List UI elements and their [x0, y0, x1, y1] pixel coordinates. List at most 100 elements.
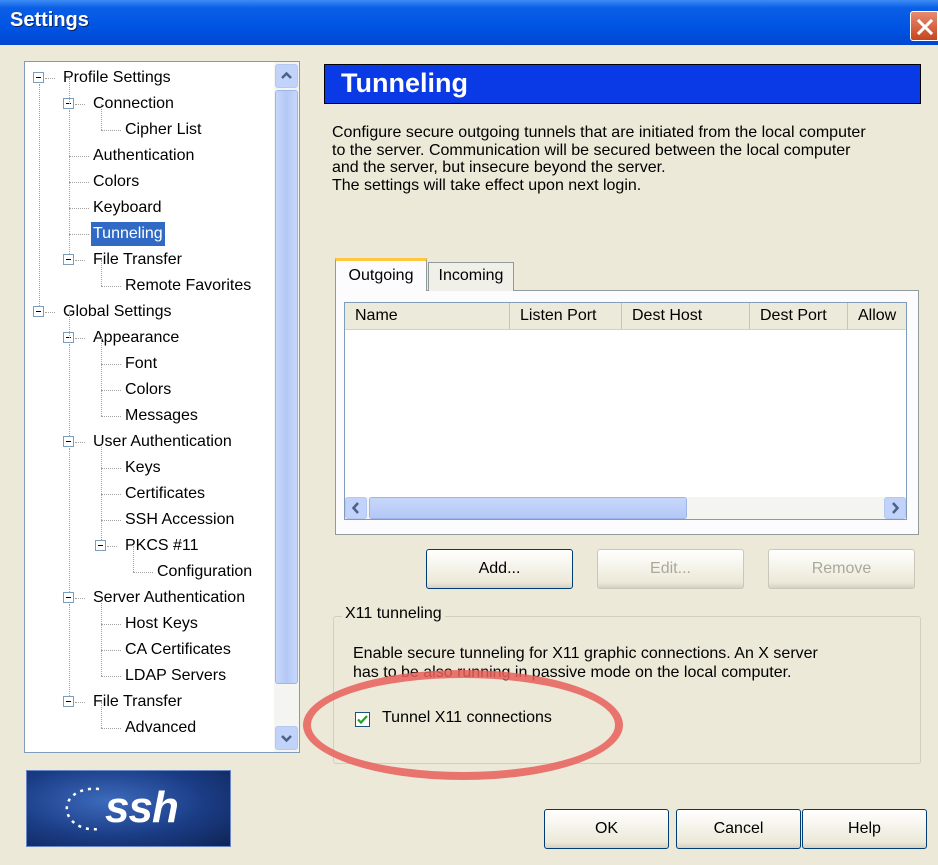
tree-connector: [101, 416, 121, 417]
collapse-icon[interactable]: [63, 592, 74, 603]
tree-item[interactable]: CA Certificates: [123, 638, 233, 662]
tree-connector: [101, 390, 121, 391]
tab-incoming[interactable]: Incoming: [428, 262, 514, 291]
tree-connector: [75, 338, 85, 339]
scroll-down-button[interactable]: [275, 726, 298, 750]
tree-scrollbar[interactable]: [274, 62, 299, 752]
column-listen-port[interactable]: Listen Port: [510, 303, 622, 329]
close-button[interactable]: [910, 11, 938, 41]
column-dest-host[interactable]: Dest Host: [622, 303, 750, 329]
tree-item[interactable]: Remote Favorites: [123, 274, 253, 298]
collapse-icon[interactable]: [33, 72, 44, 83]
tree-item[interactable]: Appearance: [91, 326, 181, 350]
tree-connector: [39, 84, 40, 312]
collapse-icon[interactable]: [63, 254, 74, 265]
tree-item[interactable]: PKCS #11: [123, 534, 201, 558]
scroll-up-button[interactable]: [275, 64, 298, 88]
tree-connector: [101, 364, 121, 365]
window-title: Settings: [10, 9, 89, 31]
ok-button[interactable]: OK: [544, 809, 669, 849]
tree-item[interactable]: Colors: [91, 170, 141, 194]
hscroll-thumb[interactable]: [369, 497, 687, 519]
tree-item[interactable]: Server Authentication: [91, 586, 247, 610]
page-title: Tunneling: [341, 68, 468, 98]
tree-connector: [101, 624, 102, 650]
description-line: The settings will take effect upon next …: [332, 176, 642, 194]
tree-connector: [75, 442, 85, 443]
tree-connector: [69, 208, 70, 234]
tree-item[interactable]: Host Keys: [123, 612, 200, 636]
tree-item[interactable]: File Transfer: [91, 690, 184, 714]
tree-connector: [75, 104, 85, 105]
tree-connector: [101, 494, 102, 520]
tree-item[interactable]: Configuration: [155, 560, 254, 584]
tree-item[interactable]: Cipher List: [123, 118, 203, 142]
x11-group-label: X11 tunneling: [342, 605, 445, 623]
tree-item[interactable]: File Transfer: [91, 248, 184, 272]
scroll-right-button[interactable]: [884, 497, 906, 519]
tree-connector: [69, 156, 89, 157]
tree-item[interactable]: Messages: [123, 404, 200, 428]
tree-item[interactable]: Global Settings: [61, 300, 174, 324]
column-dest-port[interactable]: Dest Port: [750, 303, 848, 329]
cancel-button[interactable]: Cancel: [676, 809, 801, 849]
tree-item[interactable]: Keys: [123, 456, 163, 480]
tree-connector: [101, 624, 121, 625]
tree-item[interactable]: User Authentication: [91, 430, 234, 454]
collapse-icon[interactable]: [63, 696, 74, 707]
chevron-left-icon: [351, 502, 359, 514]
tree-connector: [101, 650, 102, 676]
tree-item[interactable]: Keyboard: [91, 196, 164, 220]
tree-connector: [101, 260, 102, 286]
tree-connector: [101, 468, 102, 494]
ssh-logo: ssh: [26, 770, 231, 847]
edit-button[interactable]: Edit...: [597, 549, 744, 589]
collapse-icon[interactable]: [95, 540, 106, 551]
close-icon: [916, 18, 934, 36]
help-button[interactable]: Help: [802, 809, 927, 849]
tree-item[interactable]: LDAP Servers: [123, 664, 228, 688]
settings-tree[interactable]: Profile Settings Connection Cipher List Aut…: [24, 61, 300, 753]
collapse-icon[interactable]: [33, 306, 44, 317]
scroll-thumb[interactable]: [275, 90, 298, 684]
tree-item[interactable]: Certificates: [123, 482, 207, 506]
tree-item[interactable]: Connection: [91, 92, 176, 116]
tree-connector: [69, 604, 70, 702]
logo-text: ssh: [105, 783, 179, 832]
tree-connector: [101, 676, 121, 677]
title-bar: Settings: [0, 0, 938, 45]
column-name[interactable]: Name: [345, 303, 510, 329]
tree-connector: [69, 156, 70, 182]
scroll-left-button[interactable]: [345, 497, 367, 519]
tree-connector: [101, 494, 121, 495]
collapse-icon[interactable]: [63, 436, 74, 447]
tree-item[interactable]: SSH Accession: [123, 508, 236, 532]
tunnel-list[interactable]: Name Listen Port Dest Host Dest Port All…: [344, 302, 907, 520]
tree-connector: [101, 338, 102, 364]
tree-connector: [101, 520, 121, 521]
x11-description-line: Enable secure tunneling for X11 graphic …: [353, 645, 818, 662]
tree-connector: [69, 78, 70, 104]
tree-connector: [69, 182, 70, 208]
tree-connector: [69, 234, 89, 235]
tree-item[interactable]: Font: [123, 352, 159, 376]
remove-button[interactable]: Remove: [768, 549, 915, 589]
tree-item[interactable]: Advanced: [123, 716, 198, 740]
tree-connector: [69, 182, 89, 183]
tree-connector: [101, 650, 121, 651]
tree-connector: [75, 702, 85, 703]
tree-connector: [101, 598, 102, 624]
tree-item[interactable]: Tunneling: [91, 222, 165, 246]
tree-item[interactable]: Colors: [123, 378, 173, 402]
tree-connector: [69, 344, 70, 442]
tree-item[interactable]: Authentication: [91, 144, 196, 168]
tree-connector: [75, 598, 85, 599]
tree-item[interactable]: Profile Settings: [61, 66, 173, 90]
description: Configure secure outgoing tunnels that a…: [332, 124, 932, 194]
chevron-down-icon: [281, 735, 292, 743]
list-hscrollbar[interactable]: [345, 497, 906, 519]
column-allow[interactable]: Allow: [848, 303, 906, 329]
add-button[interactable]: Add...: [426, 549, 573, 589]
tree-connector: [69, 312, 70, 338]
tab-outgoing[interactable]: Outgoing: [335, 258, 427, 291]
